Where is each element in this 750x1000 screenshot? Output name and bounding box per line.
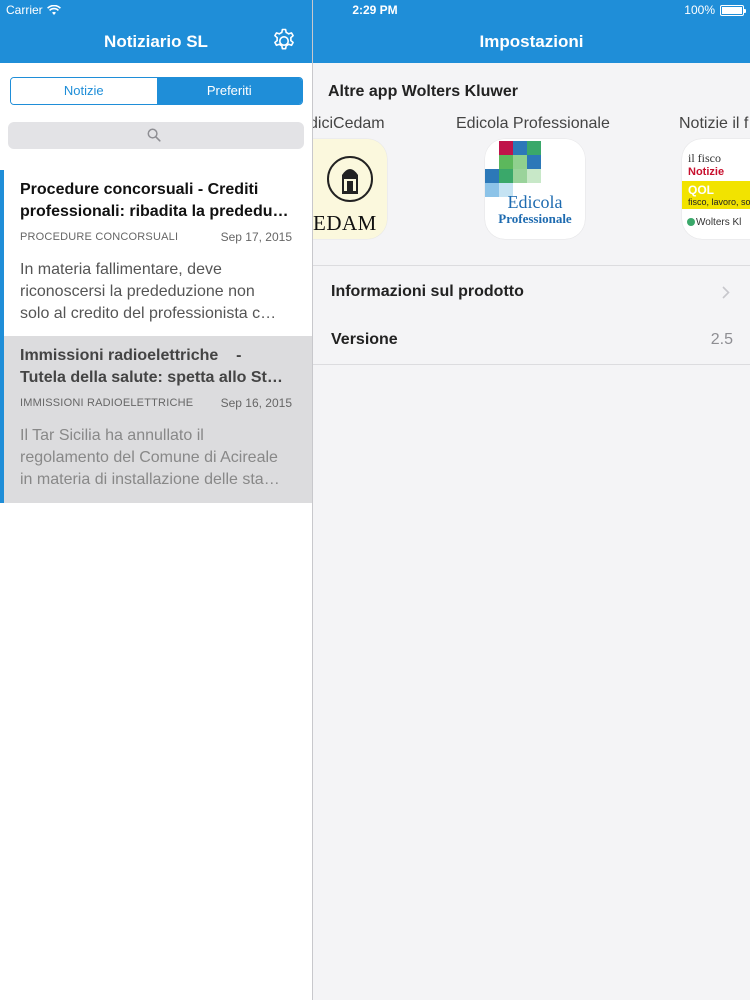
app-edicola-label: Edicola Professionale	[456, 115, 610, 132]
article-summary: In materia fallimentare, deve riconoscer…	[20, 259, 302, 325]
edicola-logo-icon	[485, 139, 585, 199]
tab-notizie[interactable]: Notizie	[11, 78, 157, 104]
search-bar[interactable]	[8, 122, 304, 149]
version-value: 2.5	[710, 331, 733, 348]
app-cedam-label: diciCedam	[313, 115, 385, 132]
apps-section-header: Altre app Wolters Kluwer	[328, 83, 518, 100]
list-item[interactable]: Procedure concorsuali - Crediti professi…	[0, 170, 312, 336]
article-title-line: Immissioni radioelettriche -	[20, 347, 242, 364]
tab-preferiti[interactable]: Preferiti	[156, 78, 302, 104]
app-notizie-icon[interactable]: il fisco Notizie QOL fisco, lavoro, so W…	[682, 139, 750, 239]
article-summary-line: In materia fallimentare, deve	[20, 261, 222, 278]
edicola-icon-subtitle: Professionale	[498, 211, 572, 226]
settings-title: Impostazioni	[479, 32, 584, 51]
notizie-icon-brand: il fisco	[688, 151, 721, 165]
chevron-right-icon	[722, 286, 730, 299]
edicola-icon-title: Edicola	[507, 192, 563, 212]
top-bar: Carrier 2:29 PM 100% Notiziario SL Impos…	[0, 0, 750, 63]
article-title-line: Tutela della salute: spetta allo St…	[20, 369, 283, 386]
notizie-icon-wk: Wolters Kl	[696, 217, 742, 228]
news-nav-bar: Notiziario SL	[0, 20, 312, 63]
article-summary-line: solo al credito del professionista c…	[20, 305, 277, 322]
app-edicola-icon[interactable]: Edicola Professionale	[485, 139, 585, 239]
segmented-control: Notizie Preferiti	[10, 77, 303, 105]
article-summary-line: riconoscersi la prededuzione non	[20, 283, 255, 300]
status-bar: Carrier 2:29 PM 100%	[0, 0, 750, 20]
notizie-icon-qol: QOL	[688, 183, 714, 197]
wolters-kluwer-logo-icon	[687, 218, 695, 226]
notizie-icon-tagline: fisco, lavoro, so	[688, 197, 750, 207]
product-info-label: Informazioni sul prodotto	[331, 283, 524, 300]
list-item[interactable]: Immissioni radioelettriche - Tutela dell…	[0, 336, 312, 503]
settings-nav-bar: Impostazioni	[313, 20, 750, 63]
product-info-row[interactable]: Informazioni sul prodotto	[313, 268, 750, 316]
battery-icon	[720, 4, 746, 16]
article-date: Sep 17, 2015	[220, 230, 292, 244]
battery-percent: 100%	[684, 3, 715, 17]
app-cedam-icon[interactable]: EDAM	[313, 139, 387, 239]
status-time: 2:29 PM	[352, 3, 398, 17]
settings-pane: Altre app Wolters Kluwer diciCedam EDAM …	[313, 63, 750, 1000]
article-title: Immissioni radioelettriche - Tutela dell…	[20, 345, 300, 389]
battery: 100%	[684, 3, 746, 17]
news-title: Notiziario SL	[104, 32, 208, 51]
article-title: Procedure concorsuali - Crediti professi…	[20, 179, 300, 223]
article-summary-line: Il Tar Sicilia ha annullato il	[20, 427, 204, 444]
article-title-line: professionali: ribadita la prededu…	[20, 203, 289, 220]
news-pane: Notizie Preferiti Procedure concorsuali …	[0, 63, 312, 1000]
article-title-line: Procedure concorsuali - Crediti	[20, 181, 259, 198]
search-icon	[147, 128, 161, 142]
gear-icon[interactable]	[270, 27, 298, 55]
article-category: IMMISSIONI RADIOELETTRICHE	[20, 397, 194, 409]
notizie-icon-notizie: Notizie	[688, 166, 725, 178]
article-summary-line: in materia di installazione delle sta…	[20, 471, 280, 488]
article-date: Sep 16, 2015	[220, 396, 292, 410]
section-separator	[313, 265, 750, 266]
row-separator	[313, 364, 750, 365]
article-summary-line: regolamento del Comune di Acireale	[20, 449, 278, 466]
article-category: PROCEDURE CONCORSUALI	[20, 231, 179, 243]
version-label: Versione	[331, 331, 398, 348]
app-notizie-label: Notizie il f	[679, 115, 749, 132]
article-summary: Il Tar Sicilia ha annullato il regolamen…	[20, 425, 302, 491]
version-row: Versione 2.5	[313, 316, 750, 364]
cedam-icon-text: EDAM	[313, 211, 377, 235]
